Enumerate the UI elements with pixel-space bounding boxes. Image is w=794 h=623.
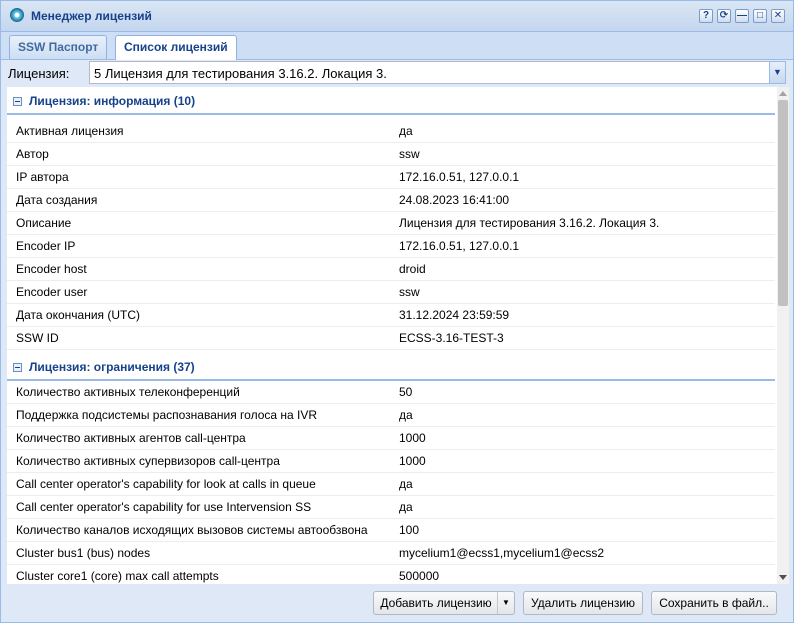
help-button[interactable]: ? [699, 9, 713, 23]
property-name: Cluster core1 (core) max call attempts [16, 569, 219, 583]
collapse-icon[interactable] [13, 363, 22, 372]
group-header-limits[interactable]: Лицензия: ограничения (37) [7, 353, 775, 381]
property-value: 31.12.2024 23:59:59 [399, 308, 510, 322]
vertical-scrollbar[interactable] [777, 87, 789, 584]
scroll-down-arrow-icon[interactable] [779, 575, 787, 580]
add-license-button[interactable]: Добавить лицензию ▼ [373, 591, 515, 615]
property-value: mycelium1@ecss1,mycelium1@ecss2 [399, 546, 605, 560]
table-row[interactable]: SSW ID ECSS-3.16-TEST-3 [7, 327, 775, 350]
property-name: Количество активных агентов call-центра [16, 431, 246, 445]
table-row[interactable]: Дата окончания (UTC) 31.12.2024 23:59:59 [7, 304, 775, 327]
add-license-label: Добавить лицензию [380, 596, 492, 610]
save-to-file-button[interactable]: Сохранить в файл.. [651, 591, 777, 615]
table-row[interactable]: Encoder host droid [7, 258, 775, 281]
delete-license-button[interactable]: Удалить лицензию [523, 591, 643, 615]
table-row[interactable]: Поддержка подсистемы распознавания голос… [7, 404, 775, 427]
table-row[interactable]: Дата создания 24.08.2023 16:41:00 [7, 189, 775, 212]
table-row[interactable]: Encoder IP 172.16.0.51, 127.0.0.1 [7, 235, 775, 258]
property-value: droid [399, 262, 426, 276]
property-name: Дата создания [16, 193, 98, 207]
chevron-down-icon[interactable]: ▼ [769, 61, 786, 84]
table-row[interactable]: Количество каналов исходящих вызовов сис… [7, 519, 775, 542]
scroll-up-arrow-icon[interactable] [779, 91, 787, 96]
license-manager-window: Менеджер лицензий ? ⟳ — □ ✕ SSW Паспорт … [0, 0, 794, 623]
property-value: ssw [399, 147, 420, 161]
minimize-button[interactable]: — [735, 9, 749, 23]
tab-bar: SSW Паспорт Список лицензий [1, 32, 793, 60]
property-value: ECSS-3.16-TEST-3 [399, 331, 504, 345]
property-name: Call center operator's capability for lo… [16, 477, 316, 491]
table-row[interactable]: Call center operator's capability for lo… [7, 473, 775, 496]
property-name: SSW ID [16, 331, 59, 345]
table-row[interactable]: Количество активных супервизоров call-це… [7, 450, 775, 473]
tab-ssw-passport[interactable]: SSW Паспорт [9, 35, 108, 59]
property-name: Активная лицензия [16, 124, 124, 138]
button-footer: Добавить лицензию ▼ Удалить лицензию Сох… [1, 585, 793, 622]
close-button[interactable]: ✕ [771, 9, 785, 23]
maximize-button[interactable]: □ [753, 9, 767, 23]
property-name: Количество каналов исходящих вызовов сис… [16, 523, 368, 537]
group-title: Лицензия: ограничения (37) [29, 360, 195, 374]
property-name: Количество активных супервизоров call-це… [16, 454, 280, 468]
table-row[interactable]: Call center operator's capability for us… [7, 496, 775, 519]
property-value: 24.08.2023 16:41:00 [399, 193, 510, 207]
license-select-row: Лицензия: 5 Лицензия для тестирования 3.… [1, 60, 793, 86]
property-value: 50 [399, 385, 413, 399]
table-row[interactable]: Cluster bus1 (bus) nodes mycelium1@ecss1… [7, 542, 775, 565]
refresh-button[interactable]: ⟳ [717, 9, 731, 23]
table-row[interactable]: Автор ssw [7, 143, 775, 166]
property-name: Encoder IP [16, 239, 76, 253]
property-name: Поддержка подсистемы распознавания голос… [16, 408, 318, 422]
property-value: 1000 [399, 454, 426, 468]
table-row[interactable]: Активная лицензия да [7, 120, 775, 143]
property-value: да [399, 408, 413, 422]
license-property-grid: Лицензия: информация (10) Активная лицен… [7, 87, 789, 584]
property-value: да [399, 124, 413, 138]
property-name: Автор [16, 147, 49, 161]
property-value: да [399, 477, 413, 491]
license-select-value: 5 Лицензия для тестирования 3.16.2. Лока… [94, 66, 387, 81]
license-select-label: Лицензия: [8, 66, 70, 81]
property-name: Cluster bus1 (bus) nodes [16, 546, 151, 560]
property-name: Call center operator's capability for us… [16, 500, 312, 514]
table-row[interactable]: Количество активных телеконференций 50 [7, 381, 775, 404]
property-name: IP автора [16, 170, 69, 184]
property-value: 1000 [399, 431, 426, 445]
property-value: да [399, 500, 413, 514]
collapse-icon[interactable] [13, 97, 22, 106]
app-icon [10, 8, 24, 22]
table-row[interactable]: Cluster core1 (core) max call attempts 5… [7, 565, 775, 584]
property-value: 172.16.0.51, 127.0.0.1 [399, 170, 520, 184]
property-name: Описание [16, 216, 72, 230]
window-title: Менеджер лицензий [31, 9, 152, 23]
window-titlebar[interactable]: Менеджер лицензий ? ⟳ — □ ✕ [1, 1, 793, 32]
property-name: Encoder user [16, 285, 88, 299]
property-value: 500000 [399, 569, 440, 583]
group-header-info[interactable]: Лицензия: информация (10) [7, 87, 775, 115]
property-value: 172.16.0.51, 127.0.0.1 [399, 239, 520, 253]
scrollbar-thumb[interactable] [778, 100, 788, 306]
property-name: Количество активных телеконференций [16, 385, 240, 399]
table-row[interactable]: Описание Лицензия для тестирования 3.16.… [7, 212, 775, 235]
property-name: Дата окончания (UTC) [16, 308, 141, 322]
property-value: 100 [399, 523, 420, 537]
table-row[interactable]: IP автора 172.16.0.51, 127.0.0.1 [7, 166, 775, 189]
group-title: Лицензия: информация (10) [29, 94, 196, 108]
table-row[interactable]: Количество активных агентов call-центра … [7, 427, 775, 450]
property-value: Лицензия для тестирования 3.16.2. Локаци… [399, 216, 660, 230]
license-select[interactable]: 5 Лицензия для тестирования 3.16.2. Лока… [89, 61, 786, 84]
table-row[interactable]: Encoder user ssw [7, 281, 775, 304]
property-name: Encoder host [16, 262, 87, 276]
chevron-down-icon[interactable]: ▼ [497, 592, 514, 614]
property-value: ssw [399, 285, 420, 299]
tab-license-list[interactable]: Список лицензий [115, 35, 237, 60]
